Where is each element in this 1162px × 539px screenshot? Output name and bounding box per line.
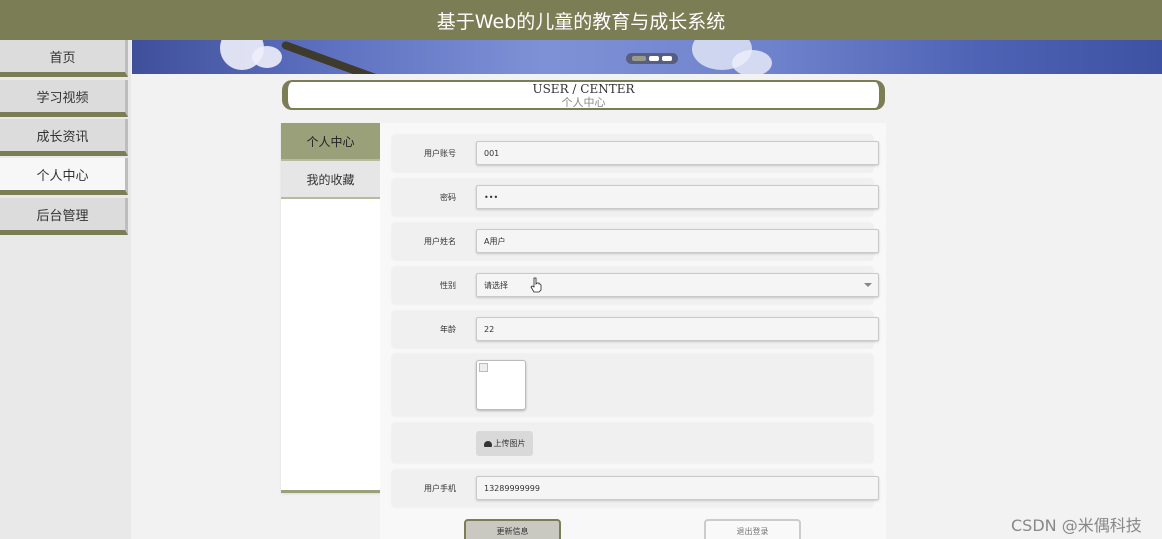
carousel-dot-2[interactable] <box>649 56 659 61</box>
form-row-account: 用户账号 001 <box>392 135 879 172</box>
age-input[interactable]: 22 <box>476 317 879 341</box>
gender-select-value: 请选择 <box>484 280 508 290</box>
banner-branch <box>280 40 397 74</box>
sidebar-item-admin[interactable]: 后台管理 <box>0 198 128 235</box>
form-row-password: 密码 ••• <box>392 179 879 216</box>
phone-input[interactable]: 13289999999 <box>476 476 879 500</box>
form-row-phone: 用户手机 13289999999 <box>392 470 879 507</box>
watermark: CSDN @米偶科技 <box>1011 516 1142 535</box>
form-row-avatar <box>392 354 873 416</box>
avatar-image <box>476 360 526 410</box>
name-input[interactable]: A用户 <box>476 229 879 253</box>
sidebar-item-videos[interactable]: 学习视频 <box>0 80 128 117</box>
form-row-upload: 上传图片 <box>392 423 873 463</box>
chevron-down-icon <box>864 283 872 287</box>
logout-button[interactable]: 退出登录 <box>704 519 801 539</box>
sidebar-item-profile[interactable]: 个人中心 <box>0 158 128 195</box>
age-label: 年龄 <box>440 325 456 334</box>
password-label: 密码 <box>440 193 456 202</box>
section-title-en: USER / CENTER <box>532 82 635 96</box>
update-info-button[interactable]: 更新信息 <box>464 519 561 539</box>
tab-profile[interactable]: 个人中心 <box>281 123 380 161</box>
upload-image-button[interactable]: 上传图片 <box>476 431 533 456</box>
sidebar-item-home[interactable]: 首页 <box>0 40 128 77</box>
banner-carousel <box>132 40 1162 74</box>
banner-blossom <box>252 46 282 68</box>
profile-form: 用户账号 001 密码 ••• 用户姓名 A用户 性别 请选择 年龄 22 上传… <box>380 123 886 539</box>
upload-image-label: 上传图片 <box>493 439 526 448</box>
sidebar: 首页 学习视频 成长资讯 个人中心 后台管理 <box>0 40 131 539</box>
form-row-gender: 性别 请选择 <box>392 267 879 304</box>
phone-label: 用户手机 <box>424 484 456 493</box>
app-title: 基于Web的儿童的教育与成长系统 <box>436 10 726 33</box>
broken-image-icon <box>479 363 488 372</box>
password-input[interactable]: ••• <box>476 185 879 209</box>
carousel-indicator[interactable] <box>626 53 678 64</box>
form-row-age: 年龄 22 <box>392 311 879 348</box>
account-input[interactable]: 001 <box>476 141 879 165</box>
account-label: 用户账号 <box>424 149 456 158</box>
tab-favorites[interactable]: 我的收藏 <box>281 161 380 199</box>
form-row-name: 用户姓名 A用户 <box>392 223 879 260</box>
cloud-upload-icon <box>483 440 492 447</box>
name-label: 用户姓名 <box>424 237 456 246</box>
carousel-dot-3[interactable] <box>662 56 672 61</box>
top-bar: 基于Web的儿童的教育与成长系统 <box>0 0 1162 40</box>
hand-cursor-icon <box>530 277 542 293</box>
section-header: USER / CENTER 个人中心 <box>282 80 885 110</box>
gender-label: 性别 <box>440 281 456 290</box>
carousel-dot-1[interactable] <box>632 56 646 61</box>
banner-blossom <box>732 50 772 74</box>
profile-tabs: 个人中心 我的收藏 <box>281 123 380 493</box>
section-title-cn: 个人中心 <box>561 96 606 109</box>
sidebar-item-news[interactable]: 成长资讯 <box>0 119 128 156</box>
